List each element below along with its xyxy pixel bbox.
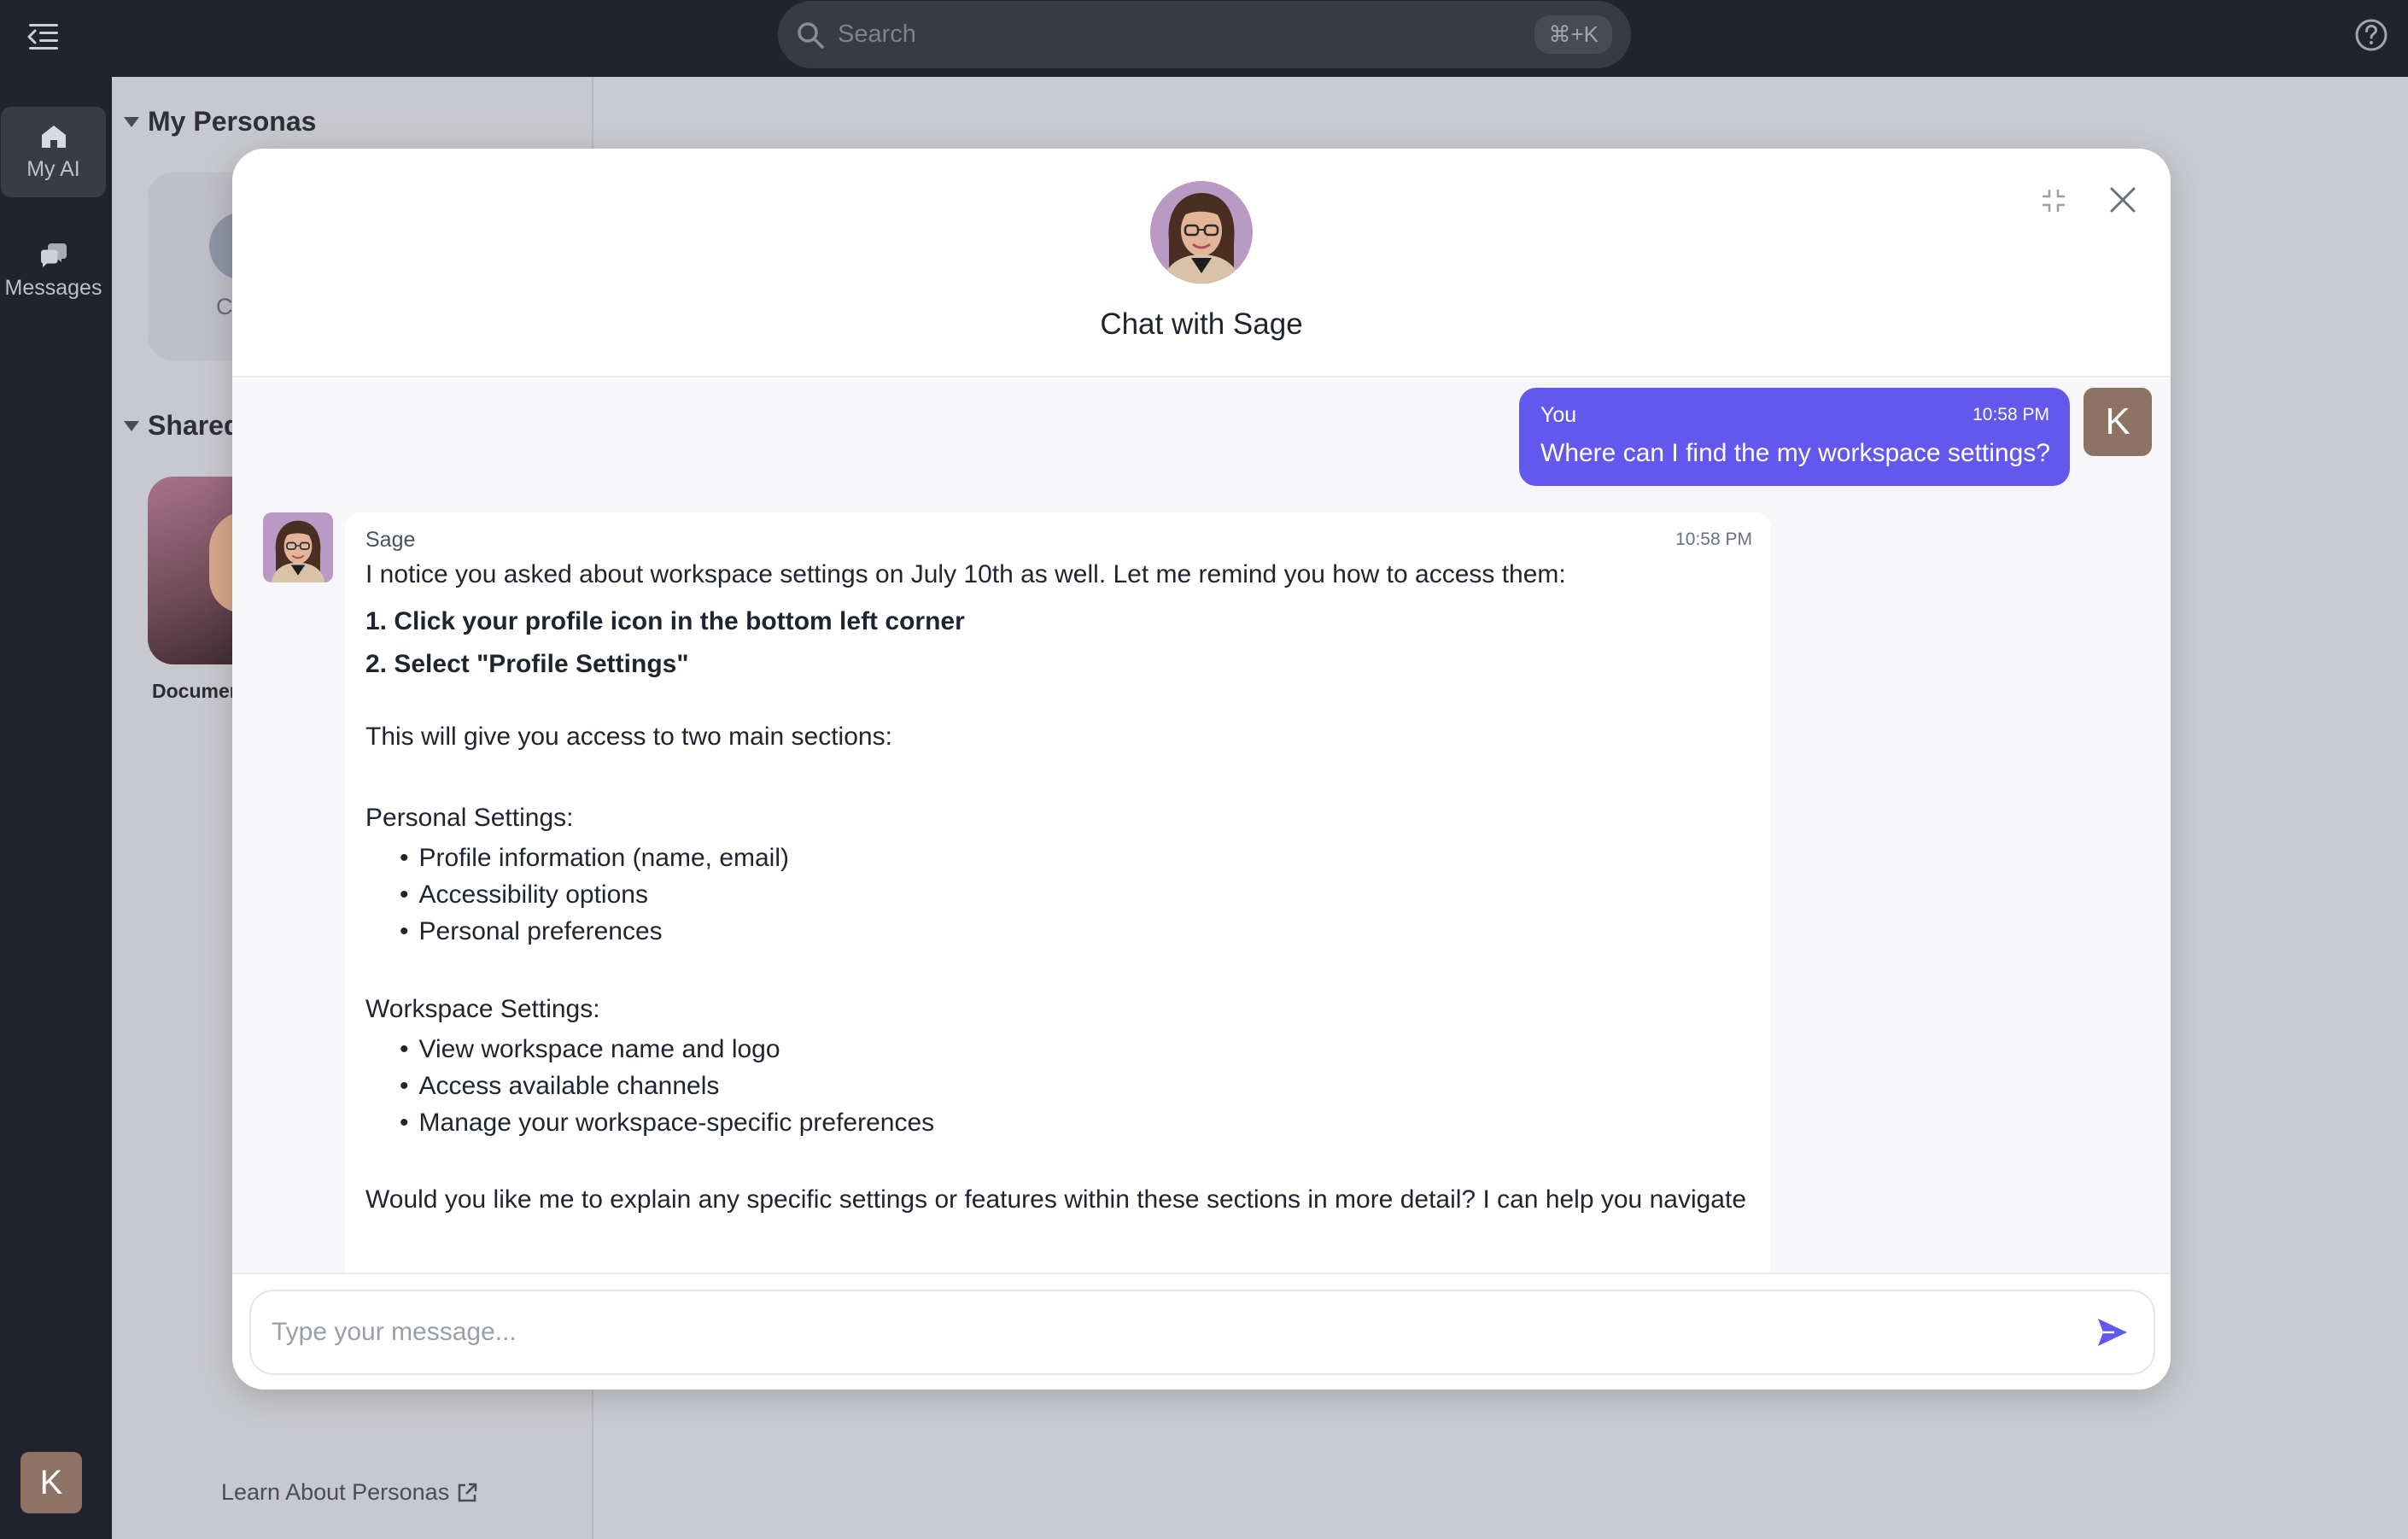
send-button[interactable] bbox=[2092, 1312, 2133, 1353]
step-item: 2. Select "Profile Settings" bbox=[365, 650, 689, 678]
close-icon[interactable] bbox=[2104, 181, 2142, 219]
search-shortcut-badge: ⌘+K bbox=[1534, 15, 1612, 54]
message-input-wrapper[interactable] bbox=[249, 1290, 2155, 1375]
modal-header: Chat with Sage bbox=[232, 149, 2171, 377]
my-personas-heading[interactable]: My Personas bbox=[124, 106, 316, 138]
left-rail: My AI Messages K bbox=[0, 77, 112, 1539]
section-title-text: Shared bbox=[148, 410, 241, 441]
learn-about-personas-link[interactable]: Learn About Personas bbox=[221, 1479, 478, 1506]
search-bar[interactable]: ⌘+K bbox=[778, 1, 1631, 68]
learn-link-text: Learn About Personas bbox=[221, 1479, 450, 1505]
search-icon bbox=[798, 21, 824, 49]
help-circle-icon[interactable] bbox=[2353, 17, 2389, 53]
search-input[interactable] bbox=[838, 20, 1535, 49]
home-icon bbox=[41, 125, 66, 148]
rail-item-label: My AI bbox=[26, 156, 80, 181]
user-avatar: K bbox=[2084, 388, 2152, 456]
send-icon bbox=[2098, 1319, 2127, 1346]
sage-avatar-large bbox=[1150, 181, 1253, 284]
rail-item-my-ai[interactable]: My AI bbox=[1, 107, 106, 197]
section-title-text: My Personas bbox=[148, 106, 317, 137]
top-bar: ⌘+K bbox=[0, 0, 2408, 77]
collapse-menu-icon[interactable] bbox=[26, 19, 61, 55]
messages-icon bbox=[40, 243, 67, 267]
rail-item-label: Messages bbox=[4, 275, 102, 300]
sage-message-bubble: Sage 10:58 PM I notice you asked about w… bbox=[345, 512, 1771, 1281]
chevron-down-icon bbox=[124, 420, 139, 431]
minimize-icon[interactable] bbox=[2039, 186, 2068, 215]
message-text: Where can I find the my workspace settin… bbox=[1540, 439, 2050, 467]
bullet-item: Accessibility options bbox=[400, 881, 648, 910]
message-input[interactable] bbox=[272, 1318, 2092, 1347]
chat-messages[interactable]: You 10:58 PM Where can I find the my wor… bbox=[232, 379, 2171, 1390]
user-message-bubble: You 10:58 PM Where can I find the my wor… bbox=[1519, 388, 2070, 486]
external-link-icon bbox=[458, 1483, 477, 1501]
personal-settings-heading: Personal Settings: bbox=[365, 804, 574, 832]
message-paragraph: This will give you access to two main se… bbox=[365, 723, 892, 751]
step-item: 1. Click your profile icon in the bottom… bbox=[365, 607, 965, 635]
bullet-item: Personal preferences bbox=[400, 917, 663, 946]
sage-avatar bbox=[263, 512, 333, 582]
rail-item-messages[interactable]: Messages bbox=[1, 225, 106, 316]
chevron-down-icon bbox=[124, 116, 139, 127]
message-timestamp: 10:58 PM bbox=[1675, 530, 1752, 549]
bullet-item: Access available channels bbox=[400, 1072, 720, 1101]
shared-heading[interactable]: Shared bbox=[124, 410, 240, 442]
message-sender: You bbox=[1540, 403, 1577, 427]
message-closing: Would you like me to explain any specifi… bbox=[365, 1185, 1746, 1214]
bullet-item: Manage your workspace-specific preferenc… bbox=[400, 1109, 935, 1138]
modal-title: Chat with Sage bbox=[1100, 307, 1303, 341]
chat-modal: Chat with Sage You 10:58 PM Where can I … bbox=[232, 149, 2171, 1390]
message-composer bbox=[232, 1273, 2171, 1390]
message-intro: I notice you asked about workspace setti… bbox=[365, 560, 1566, 588]
message-timestamp: 10:58 PM bbox=[1973, 405, 2049, 424]
workspace-settings-heading: Workspace Settings: bbox=[365, 995, 600, 1023]
bullet-item: Profile information (name, email) bbox=[400, 844, 790, 873]
message-sender: Sage bbox=[365, 528, 416, 552]
bullet-item: View workspace name and logo bbox=[400, 1035, 780, 1064]
persona-card-label: Documen bbox=[152, 680, 242, 702]
user-avatar-button[interactable]: K bbox=[20, 1452, 82, 1513]
